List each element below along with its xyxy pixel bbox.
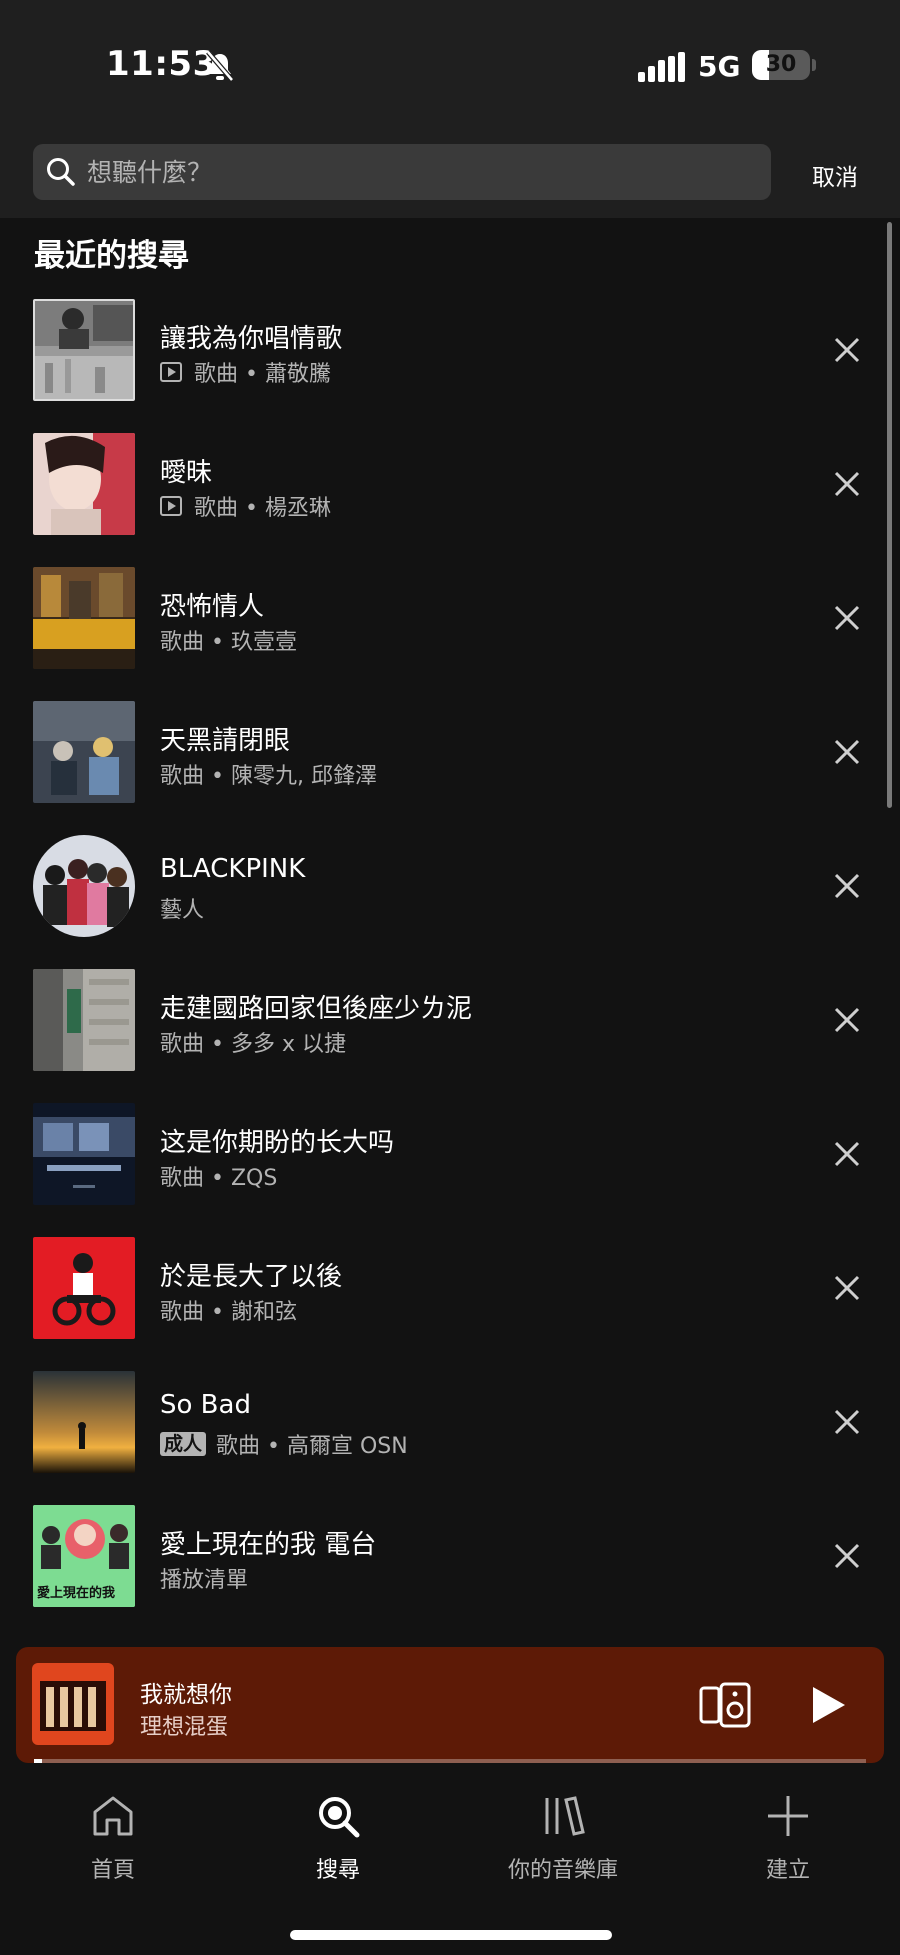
album-art	[33, 1237, 135, 1339]
nav-label: 建立	[765, 1858, 810, 1883]
recent-item[interactable]: 恐怖情人 歌曲 • 玖壹壹	[0, 566, 900, 670]
remove-icon[interactable]	[830, 601, 864, 635]
playlist-cover: 愛上現在的我	[33, 1505, 135, 1607]
artist-photo	[33, 835, 135, 937]
nav-label: 首頁	[90, 1858, 135, 1883]
item-title: So Bad	[160, 1390, 251, 1420]
item-title: 这是你期盼的长大吗	[160, 1128, 395, 1158]
playlist-cover-text: 愛上現在的我	[37, 1586, 116, 1601]
remove-icon[interactable]	[830, 333, 864, 367]
playback-progress[interactable]	[34, 1759, 866, 1763]
search-icon	[319, 1797, 360, 1838]
item-subtitle: 歌曲 • 蕭敬騰	[160, 356, 331, 388]
recent-item[interactable]: So Bad 成人 歌曲 • 高爾宣 OSN	[0, 1370, 900, 1474]
recent-item[interactable]: 於是長大了以後 歌曲 • 謝和弦	[0, 1236, 900, 1340]
item-subtitle: 藝人	[160, 898, 205, 923]
status-bar: 11:53 5G 30	[0, 0, 900, 110]
item-title: 恐怖情人	[160, 592, 265, 622]
item-title: BLACKPINK	[160, 854, 306, 884]
item-subtitle: 歌曲 • 陳零九, 邱鋒澤	[160, 764, 377, 789]
explicit-badge: 成人	[160, 1432, 207, 1456]
album-art	[33, 1371, 135, 1473]
item-subtitle: 歌曲 • 楊丞琳	[160, 490, 331, 522]
plus-icon	[768, 1796, 808, 1836]
cancel-button[interactable]: 取消	[812, 158, 858, 192]
now-playing-art	[32, 1663, 114, 1745]
playback-progress-fill	[34, 1759, 43, 1763]
now-playing-artist: 理想混蛋	[140, 1715, 229, 1740]
item-title: 於是長大了以後	[160, 1262, 343, 1292]
remove-icon[interactable]	[830, 735, 864, 769]
remove-icon[interactable]	[830, 467, 864, 501]
home-icon	[93, 1796, 133, 1836]
search-input[interactable]	[87, 144, 757, 200]
nav-home[interactable]: 首頁	[23, 1792, 203, 1884]
item-subtitle: 歌曲 • 謝和弦	[160, 1300, 297, 1325]
recent-item[interactable]: 这是你期盼的长大吗 歌曲 • ZQS	[0, 1102, 900, 1206]
connect-device-icon[interactable]	[699, 1682, 753, 1728]
item-title: 讓我為你唱情歌	[160, 324, 343, 354]
home-indicator	[290, 1930, 612, 1940]
album-art	[33, 969, 135, 1071]
nav-label: 搜尋	[315, 1858, 360, 1883]
album-art	[33, 1103, 135, 1205]
bottom-nav: 首頁 搜尋 你的音樂庫 建立	[0, 1768, 900, 1955]
item-subtitle: 歌曲 • ZQS	[160, 1166, 278, 1191]
library-icon	[545, 1796, 585, 1836]
recent-item[interactable]: 讓我為你唱情歌 歌曲 • 蕭敬騰	[0, 298, 900, 402]
remove-icon[interactable]	[830, 1271, 864, 1305]
item-subtitle: 成人 歌曲 • 高爾宣 OSN	[160, 1428, 408, 1460]
item-subtitle-text: 歌曲 • 蕭敬騰	[194, 362, 331, 387]
battery-tip	[812, 59, 816, 71]
nav-label: 你的音樂庫	[507, 1858, 618, 1883]
remove-icon[interactable]	[830, 1539, 864, 1573]
recent-item[interactable]: 走建國路回家但後座少ㄌ泥 歌曲 • 多多 x 以捷	[0, 968, 900, 1072]
album-art	[33, 299, 135, 401]
signal-icon	[638, 52, 686, 82]
item-subtitle: 歌曲 • 多多 x 以捷	[160, 1032, 346, 1057]
item-title: 天黑請閉眼	[160, 726, 291, 756]
now-playing-bar[interactable]: 我就想你 理想混蛋	[16, 1647, 884, 1763]
recent-item[interactable]: 天黑請閉眼 歌曲 • 陳零九, 邱鋒澤	[0, 700, 900, 804]
scrollbar[interactable]	[887, 222, 892, 808]
remove-icon[interactable]	[830, 1137, 864, 1171]
bell-off-icon	[206, 50, 234, 82]
video-badge-icon	[160, 362, 182, 382]
item-subtitle-text: 歌曲 • 楊丞琳	[194, 496, 331, 521]
network-type: 5G	[698, 50, 741, 83]
battery-level: 30	[765, 52, 797, 77]
item-subtitle: 播放清單	[160, 1568, 249, 1593]
search-box[interactable]	[33, 144, 771, 200]
recent-searches-title: 最近的搜尋	[34, 238, 189, 274]
recent-item[interactable]: 愛上現在的我 愛上現在的我 電台 播放清單	[0, 1504, 900, 1608]
nav-create[interactable]: 建立	[698, 1792, 878, 1884]
remove-icon[interactable]	[830, 1405, 864, 1439]
item-title: 曖昧	[160, 458, 213, 488]
recent-item[interactable]: BLACKPINK 藝人	[0, 834, 900, 938]
item-subtitle: 歌曲 • 玖壹壹	[160, 630, 297, 655]
album-art	[33, 433, 135, 535]
video-badge-icon	[160, 496, 182, 516]
remove-icon[interactable]	[830, 1003, 864, 1037]
search-icon	[47, 158, 75, 186]
nav-search[interactable]: 搜尋	[248, 1792, 428, 1884]
search-header: 取消	[0, 110, 900, 218]
album-art	[33, 701, 135, 803]
now-playing-title: 我就想你	[140, 1682, 232, 1708]
recent-item[interactable]: 曖昧 歌曲 • 楊丞琳	[0, 432, 900, 536]
item-title: 愛上現在的我 電台	[160, 1530, 377, 1560]
album-art	[33, 567, 135, 669]
item-title: 走建國路回家但後座少ㄌ泥	[160, 994, 473, 1024]
nav-library[interactable]: 你的音樂庫	[473, 1792, 653, 1884]
play-icon[interactable]	[809, 1685, 847, 1725]
battery-icon: 30	[752, 50, 810, 80]
remove-icon[interactable]	[830, 869, 864, 903]
status-time: 11:53	[106, 44, 217, 84]
item-subtitle-text: 歌曲 • 高爾宣 OSN	[216, 1434, 408, 1459]
